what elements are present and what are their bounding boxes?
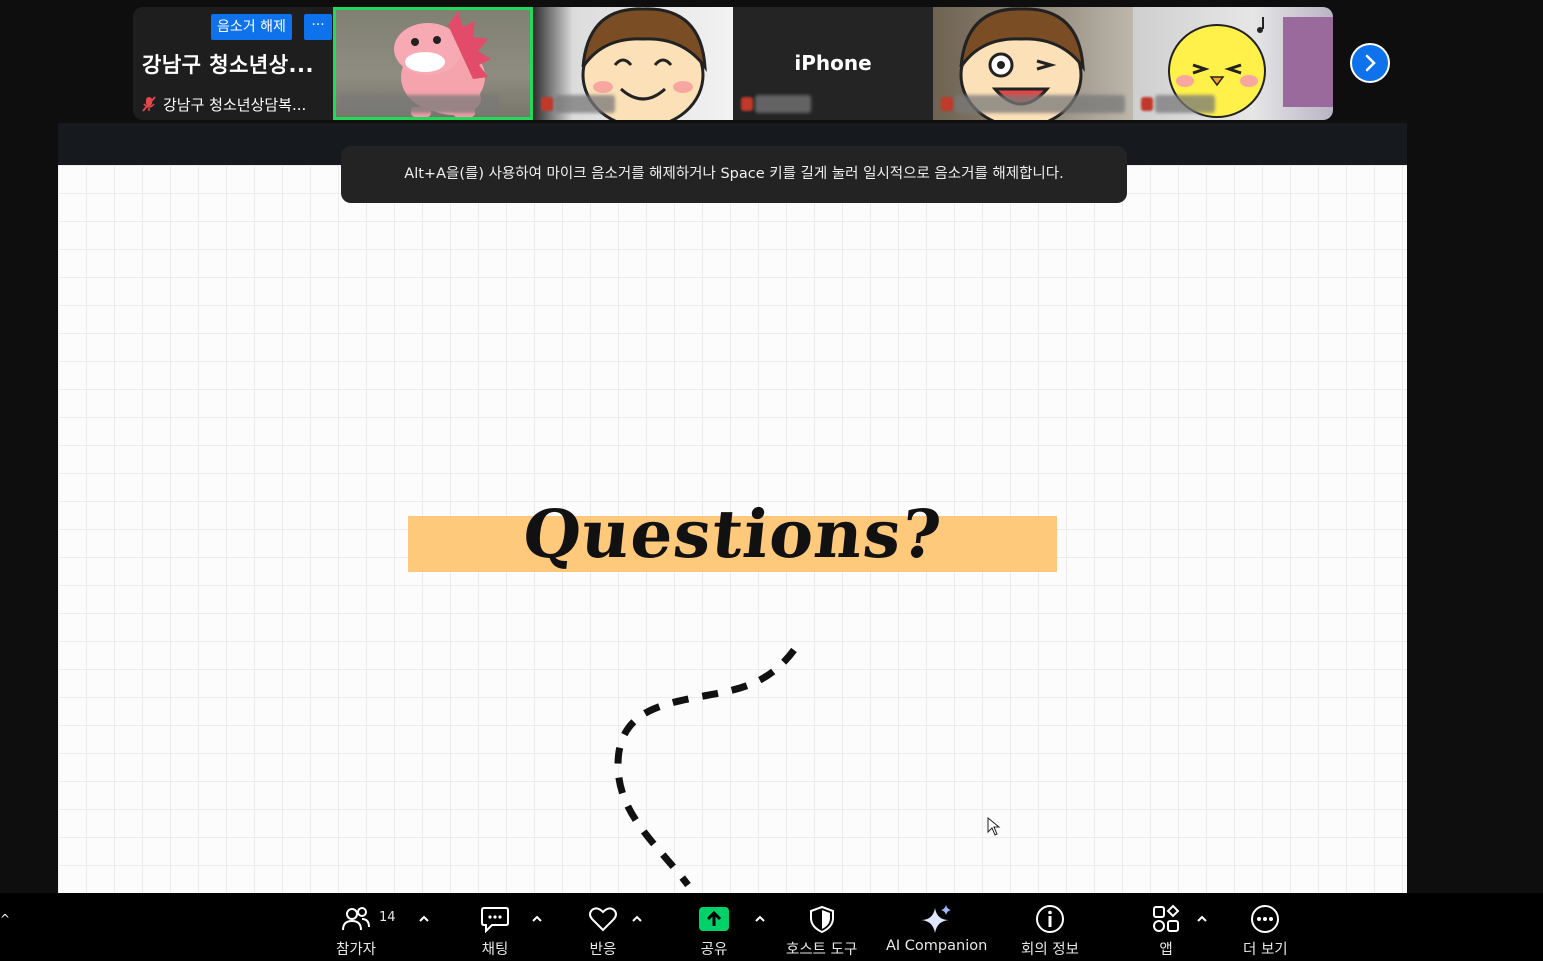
zoom-meeting-window: 음소거 해제 ··· 강남구 청소년상... 강남구 청소년상담복... iPh…	[0, 0, 1543, 961]
more-dots-icon	[1251, 905, 1280, 933]
participant-tile[interactable]	[533, 7, 733, 120]
meeting-toolbar	[0, 893, 1543, 961]
participant-count: 14	[379, 910, 396, 925]
participant-tile[interactable]: iPhone	[733, 7, 933, 120]
more-button[interactable]: 더 보기	[1243, 903, 1288, 961]
mic-muted-icon	[941, 97, 953, 111]
ai-companion-button[interactable]: AI Companion	[886, 903, 987, 961]
caret-up-icon[interactable]	[1195, 912, 1209, 926]
blurred-name	[755, 95, 811, 113]
participant-strip: 음소거 해제 ··· 강남구 청소년상... 강남구 청소년상담복... iPh…	[133, 7, 1333, 120]
reactions-label: 반응	[589, 942, 617, 958]
blurred-name	[555, 95, 615, 113]
tile-more-button[interactable]: ···	[304, 14, 332, 40]
caret-up-icon[interactable]: ^	[0, 912, 10, 926]
shared-screen[interactable]: Questions?	[58, 165, 1407, 893]
host-tools-label: 호스트 도구	[786, 942, 858, 958]
mouse-cursor-icon	[987, 817, 1001, 836]
blurred-name	[955, 95, 1125, 113]
info-icon	[1035, 905, 1064, 933]
caret-up-icon[interactable]	[530, 912, 544, 926]
participant-name: iPhone	[794, 51, 872, 75]
reactions-button[interactable]: 반응	[585, 903, 621, 961]
apps-icon	[1153, 904, 1180, 932]
next-page-button[interactable]	[1350, 43, 1390, 83]
apps-label: 앱	[1159, 942, 1173, 958]
participants-label: 참가자	[336, 942, 377, 958]
participants-icon	[342, 907, 371, 931]
shield-icon	[809, 905, 834, 933]
self-display-title: 강남구 청소년상...	[142, 53, 314, 77]
participant-tile[interactable]	[933, 7, 1133, 120]
ai-companion-label: AI Companion	[886, 938, 988, 954]
share-label: 공유	[700, 942, 728, 958]
meeting-info-button[interactable]: 회의 정보	[1021, 903, 1079, 961]
chat-label: 채팅	[481, 942, 509, 958]
participants-button[interactable]: 참가자	[336, 903, 376, 961]
chevron-right-icon	[1365, 54, 1376, 72]
unmute-button[interactable]: 음소거 해제	[211, 14, 292, 40]
share-screen-icon	[699, 907, 729, 931]
share-button[interactable]: 공유	[696, 903, 732, 961]
mic-muted-icon	[741, 97, 753, 111]
caret-up-icon[interactable]	[753, 912, 767, 926]
blurred-name	[339, 95, 499, 113]
self-tile[interactable]: 음소거 해제 ··· 강남구 청소년상... 강남구 청소년상담복...	[133, 7, 333, 120]
caret-up-icon[interactable]	[630, 912, 644, 926]
apps-button[interactable]: 앱	[1148, 903, 1184, 961]
unmute-hint-toast: Alt+A을(를) 사용하여 마이크 음소거를 해제하거나 Space 키를 길…	[341, 146, 1127, 203]
self-name-label: 강남구 청소년상담복...	[163, 96, 307, 114]
participant-tile[interactable]	[1133, 7, 1333, 120]
chat-button[interactable]: 채팅	[477, 903, 513, 961]
sparkle-icon	[920, 905, 951, 933]
host-tools-button[interactable]: 호스트 도구	[786, 903, 857, 961]
heart-icon	[589, 907, 617, 932]
mic-muted-icon	[142, 96, 156, 112]
mic-muted-icon	[541, 97, 553, 111]
meeting-info-label: 회의 정보	[1021, 942, 1079, 958]
chat-icon	[481, 907, 509, 933]
more-label: 더 보기	[1243, 942, 1288, 958]
participant-tile[interactable]	[333, 7, 533, 120]
caret-up-icon[interactable]	[417, 912, 431, 926]
dashed-arrow-path	[614, 647, 797, 888]
mic-muted-icon	[1141, 97, 1153, 111]
blurred-name	[1155, 95, 1215, 113]
